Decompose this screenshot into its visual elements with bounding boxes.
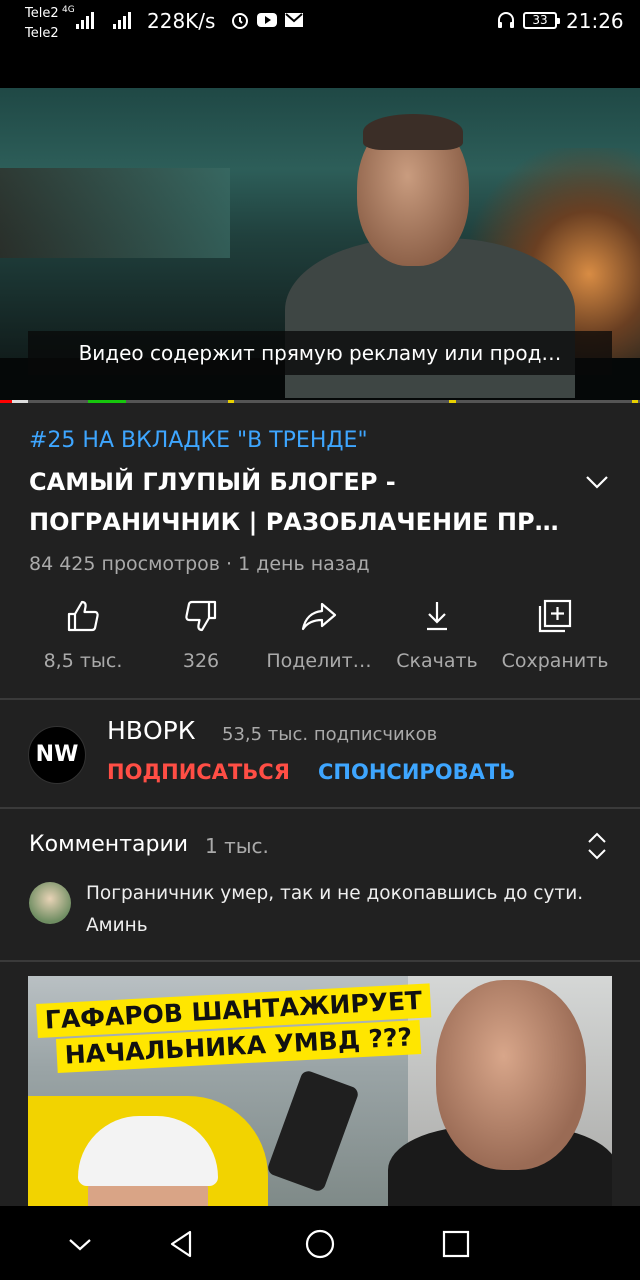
video-frame (0, 88, 640, 398)
home-icon[interactable] (304, 1228, 336, 1260)
progress-buffered (12, 400, 28, 403)
divider (0, 698, 640, 700)
recents-icon[interactable] (440, 1228, 472, 1260)
thumbs-down-icon (185, 600, 217, 632)
commenter-avatar (29, 882, 71, 924)
thumbs-up-icon (67, 600, 99, 632)
top-comment[interactable]: Пограничник умер, так и не докопавшись д… (86, 878, 606, 942)
system-nav-bar (0, 1206, 640, 1280)
share-button[interactable]: Поделит… (260, 598, 378, 672)
video-person (285, 108, 585, 398)
network-speed: 228K/s (147, 9, 216, 33)
expand-collapse-icon[interactable] (585, 832, 609, 860)
progress-marker (632, 400, 638, 403)
comments-count: 1 тыс. (205, 834, 269, 858)
divider (0, 807, 640, 809)
thumbnail-caption: ГАФАРОВ ШАНТАЖИРУЕТ НАЧАЛЬНИКА УМВД ??? (36, 983, 433, 1075)
back-icon[interactable] (166, 1228, 198, 1260)
carrier-labels: Tele2 Tele2 (25, 4, 59, 44)
share-label: Поделит… (266, 650, 372, 672)
alarm-icon (232, 13, 248, 29)
download-button[interactable]: Скачать (378, 598, 496, 672)
video-progress-bar[interactable] (0, 400, 640, 403)
download-label: Скачать (396, 650, 478, 672)
hide-nav-chevron-icon[interactable] (64, 1228, 96, 1260)
thumbnail-person (436, 980, 586, 1170)
thumbnail-gun (265, 1069, 361, 1193)
network-type: 4G (62, 5, 75, 15)
channel-name[interactable]: НВОРК (107, 716, 195, 745)
status-bar: Tele2 Tele2 4G 228K/s 33 21:26 (0, 0, 640, 88)
progress-segment-green (88, 400, 126, 403)
like-button[interactable]: 8,5 тыс. (24, 598, 142, 672)
share-icon (301, 602, 337, 631)
channel-avatar[interactable]: NW (28, 726, 86, 784)
progress-marker (228, 400, 234, 403)
video-player[interactable]: Видео содержит прямую рекламу или прод… (0, 88, 640, 400)
save-label: Сохранить (501, 650, 609, 672)
progress-marker (449, 400, 456, 403)
sponsor-button[interactable]: СПОНСИРОВАТЬ (318, 760, 515, 784)
dislike-button[interactable]: 326 (142, 598, 260, 672)
progress-played (0, 400, 12, 403)
video-subtitle: Видео содержит прямую рекламу или прод… (28, 331, 612, 375)
mail-icon (285, 13, 303, 27)
video-title[interactable]: САМЫЙ ГЛУПЫЙ БЛОГЕР - ПОГРАНИЧНИК | РАЗО… (29, 462, 569, 542)
trending-hashtag[interactable]: #25 НА ВКЛАДКЕ "В ТРЕНДЕ" (29, 428, 368, 453)
clock: 21:26 (566, 9, 624, 33)
comments-title[interactable]: Комментарии (29, 832, 188, 857)
next-video-thumbnail[interactable]: ГАФАРОВ ШАНТАЖИРУЕТ НАЧАЛЬНИКА УМВД ??? (28, 976, 612, 1206)
carrier-1: Tele2 (25, 6, 59, 21)
youtube-icon (257, 13, 277, 27)
subscribe-button[interactable]: ПОДПИСАТЬСЯ (107, 760, 290, 784)
signal-icon (76, 11, 94, 29)
add-to-playlist-icon (538, 599, 572, 633)
action-bar: 8,5 тыс. 326 Поделит… Скачать Сохранить (0, 598, 640, 688)
download-icon (427, 602, 447, 631)
video-meta: 84 425 просмотров · 1 день назад (29, 553, 370, 575)
battery-icon: 33 (523, 12, 560, 29)
headphones-icon (498, 12, 514, 28)
divider (0, 960, 640, 962)
dislike-count: 326 (182, 650, 220, 672)
chevron-down-icon[interactable] (585, 470, 609, 494)
signal-icon (113, 11, 131, 29)
carrier-2: Tele2 (25, 26, 59, 41)
like-count: 8,5 тыс. (43, 650, 123, 672)
save-button[interactable]: Сохранить (496, 598, 614, 672)
subscriber-count: 53,5 тыс. подписчиков (222, 724, 438, 745)
